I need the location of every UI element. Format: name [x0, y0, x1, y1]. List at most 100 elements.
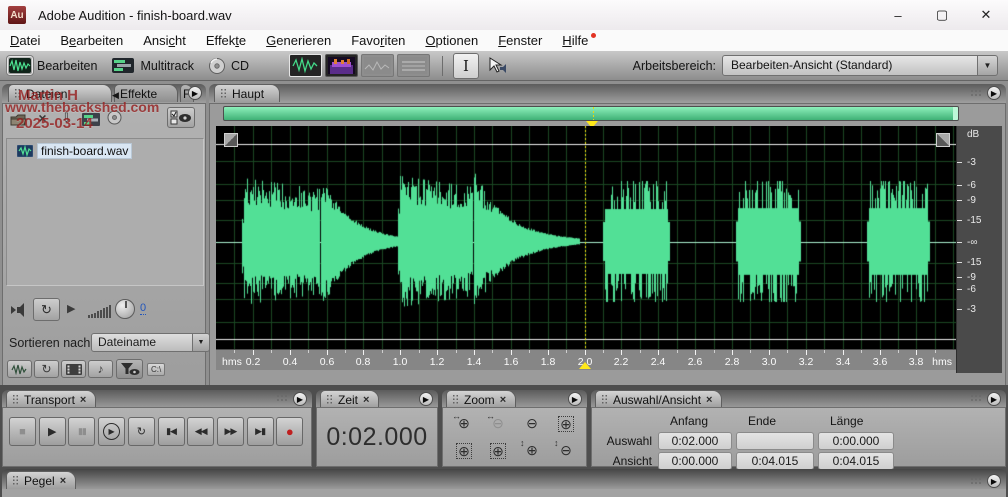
zoom-selection-left-button[interactable]: ⊕	[449, 439, 479, 462]
menu-item-fenster[interactable]: Fenster	[488, 33, 552, 48]
auto-play-icon[interactable]	[7, 301, 30, 319]
preview-volume-knob[interactable]	[115, 299, 135, 319]
ansicht-l-nge-field[interactable]: 0:04.015	[818, 452, 894, 470]
selection-handle-left[interactable]	[224, 133, 238, 147]
tab-haupt[interactable]: Haupt	[214, 84, 280, 102]
zoom-out-vertical-icon: ⊖	[560, 442, 572, 459]
time-panel-menu-button[interactable]: ▶	[419, 392, 433, 406]
close-tab-icon[interactable]: ×	[363, 394, 369, 406]
minimize-button[interactable]: –	[876, 0, 920, 30]
zoom-in-horizontal-button[interactable]: ⊕↔	[449, 412, 479, 435]
cd-mode-button[interactable]: CD	[208, 57, 249, 75]
fast-forward-button[interactable]: ▶▶	[217, 417, 244, 446]
filter-toggle-button[interactable]	[116, 359, 143, 379]
pause-button[interactable]: ▮▮	[68, 417, 95, 446]
tab-zoom[interactable]: Zoom ×	[446, 390, 516, 408]
edit-mode-button[interactable]: Bearbeiten	[8, 57, 97, 74]
maximize-button[interactable]: ▢	[920, 0, 964, 30]
chevron-down-icon[interactable]: ▼	[978, 55, 998, 76]
time-tick-icon	[345, 350, 346, 353]
editor-panel-header	[209, 84, 1006, 103]
preview-volume-value[interactable]: 0	[140, 302, 146, 315]
loop-preview-button[interactable]: ↻	[33, 298, 60, 321]
full-path-toggle[interactable]: C:\	[147, 363, 165, 376]
zoom-out-horizontal-button[interactable]: ⊖↔	[483, 412, 513, 435]
auswahl-l-nge-field[interactable]: 0:00.000	[818, 432, 894, 450]
file-list-item[interactable]: finish-board.wav	[17, 143, 132, 159]
time-selection-tool-button[interactable]: I	[453, 53, 479, 79]
phase-view-button[interactable]	[397, 54, 430, 77]
files-panel-menu-button[interactable]: ▶	[188, 86, 202, 100]
tab-zeit[interactable]: Zeit ×	[320, 390, 379, 408]
rewind-button[interactable]: ◀◀	[187, 417, 214, 446]
auswahl-ende-field[interactable]	[736, 432, 814, 450]
selection-handle-right[interactable]	[936, 133, 950, 147]
auswahl-anfang-field[interactable]: 0:02.000	[658, 432, 732, 450]
pan-view-button[interactable]	[361, 54, 394, 77]
menu-item-hilfe[interactable]: Hilfe	[552, 33, 598, 48]
waveform-view-button[interactable]	[289, 54, 322, 77]
playhead-marker-bottom[interactable]	[579, 362, 591, 369]
overview-end-cap[interactable]	[953, 107, 958, 120]
multitrack-mode-button[interactable]: Multitrack	[111, 57, 193, 74]
selection-panel-menu-button[interactable]: ▶	[987, 392, 1001, 406]
ansicht-anfang-field[interactable]: 0:00.000	[658, 452, 732, 470]
zoom-out-vertical-button[interactable]: ⊖↕	[551, 439, 581, 462]
menu-item-datei[interactable]: Datei	[0, 33, 50, 48]
time-tick-icon	[290, 350, 291, 355]
view-mode-group	[289, 54, 430, 77]
menu-item-generieren[interactable]: Generieren	[256, 33, 341, 48]
menu-item-favoriten[interactable]: Favoriten	[341, 33, 415, 48]
zoom-panel-menu-button[interactable]: ▶	[568, 392, 582, 406]
zoom-in-vertical-button[interactable]: ⊕↕	[517, 439, 547, 462]
tab-auswahl-ansicht[interactable]: Auswahl/Ansicht ×	[595, 390, 722, 408]
close-tab-icon[interactable]: ×	[706, 394, 712, 406]
go-end-button[interactable]: ▶▮	[247, 417, 274, 446]
spectral-view-button[interactable]	[325, 54, 358, 77]
close-tab-icon[interactable]: ×	[500, 394, 506, 406]
zoom-to-selection-button[interactable]: ⊕	[551, 412, 581, 435]
play-circled-button[interactable]: ▶	[98, 417, 125, 446]
go-start-button[interactable]: ▮◀	[158, 417, 185, 446]
sort-dropdown[interactable]: Dateiname ▼	[91, 333, 210, 352]
workspace-dropdown[interactable]: Bearbeiten-Ansicht (Standard) ▼	[722, 55, 998, 76]
funnel-eye-icon	[120, 362, 140, 376]
zoom-selection-right-button[interactable]: ⊕	[483, 439, 513, 462]
tab-transport[interactable]: Transport ×	[6, 390, 96, 408]
close-button[interactable]: ✕	[964, 0, 1008, 30]
close-tab-icon[interactable]: ×	[80, 394, 86, 406]
menu-item-optionen[interactable]: Optionen	[415, 33, 488, 48]
db-tick-icon	[957, 200, 962, 201]
menu-item-effekte[interactable]: Effekte	[196, 33, 256, 48]
tab-scroll-left-icon[interactable]: ◀	[112, 90, 119, 101]
zoom-out-full-button[interactable]: ⊖	[517, 412, 547, 435]
ansicht-ende-field[interactable]: 0:04.015	[736, 452, 814, 470]
tab-pegel[interactable]: Pegel ×	[6, 471, 76, 489]
stop-button[interactable]: ■	[9, 417, 36, 446]
close-tab-icon[interactable]: ×	[60, 475, 66, 487]
show-loop-files-button[interactable]: ↻	[34, 360, 59, 378]
time-tick-label: 1.8	[541, 356, 556, 368]
menu-item-bearbeiten[interactable]: Bearbeiten	[50, 33, 133, 48]
show-audio-files-button[interactable]	[7, 360, 32, 378]
loop-play-button[interactable]: ↻	[128, 417, 155, 446]
preview-play-button[interactable]: ▶	[67, 302, 75, 315]
levels-panel-menu-button[interactable]: ▶	[987, 474, 1001, 488]
menu-item-ansicht[interactable]: Ansicht	[133, 33, 196, 48]
scrub-tool-button[interactable]	[485, 54, 509, 78]
waveform-display[interactable]	[216, 126, 956, 349]
play-button[interactable]: ▶	[39, 417, 66, 446]
record-button[interactable]: ●	[276, 417, 303, 446]
db-label: -15	[967, 215, 981, 226]
show-options-toggle[interactable]	[167, 107, 195, 128]
time-tick-label: 3.4	[836, 356, 851, 368]
chevron-down-icon[interactable]: ▼	[193, 333, 210, 352]
editor-panel-menu-button[interactable]: ▶	[987, 86, 1001, 100]
transport-panel-menu-button[interactable]: ▶	[293, 392, 307, 406]
show-video-files-button[interactable]	[61, 360, 86, 378]
amplitude-ruler[interactable]: dB-3-6-9-15-∞-15-9-6-3	[956, 126, 1002, 373]
show-midi-files-button[interactable]: ♪	[88, 360, 113, 378]
file-list[interactable]: finish-board.wav	[6, 138, 204, 286]
overview-navigation-bar[interactable]	[223, 106, 959, 121]
panel-grip-icon	[276, 394, 288, 403]
